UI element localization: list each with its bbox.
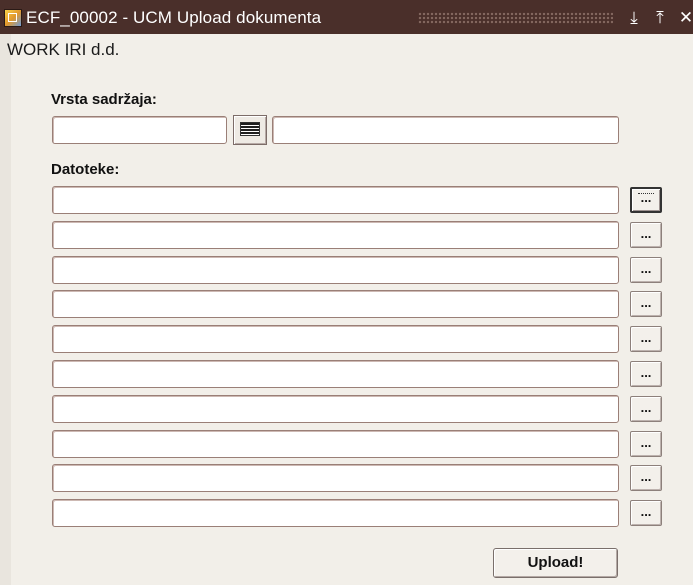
- content-type-label: Vrsta sadržaja:: [51, 91, 157, 108]
- app-icon: [4, 9, 22, 27]
- file-path-field[interactable]: [52, 360, 619, 388]
- browse-button[interactable]: ...: [630, 396, 662, 422]
- content-type-code-field[interactable]: [52, 116, 227, 144]
- maximize-icon[interactable]: ⤒: [650, 8, 670, 28]
- file-path-field[interactable]: [52, 430, 619, 458]
- file-path-field[interactable]: [52, 325, 619, 353]
- title-bar-grip: [418, 12, 613, 24]
- browse-button[interactable]: ...: [630, 326, 662, 352]
- browse-button[interactable]: ...: [630, 257, 662, 283]
- file-path-field[interactable]: [52, 499, 619, 527]
- file-path-field[interactable]: [52, 290, 619, 318]
- browse-button[interactable]: ...: [630, 291, 662, 317]
- files-label: Datoteke:: [51, 161, 120, 178]
- browse-button[interactable]: ...: [630, 222, 662, 248]
- title-bar: ECF_00002 - UCM Upload dokumenta ⤓ ⤒ ✕: [0, 0, 693, 34]
- list-of-values-icon: [240, 122, 260, 136]
- browse-button[interactable]: ...: [630, 500, 662, 526]
- browse-button[interactable]: ...: [630, 187, 662, 213]
- company-name: WORK IRI d.d.: [7, 40, 120, 59]
- content-type-description-field[interactable]: [272, 116, 619, 144]
- browse-button[interactable]: ...: [630, 361, 662, 387]
- window-title: ECF_00002 - UCM Upload dokumenta: [26, 8, 322, 27]
- browse-button[interactable]: ...: [630, 465, 662, 491]
- file-path-field[interactable]: [52, 221, 619, 249]
- file-path-field[interactable]: [52, 464, 619, 492]
- list-of-values-button[interactable]: [233, 115, 267, 145]
- minimize-icon[interactable]: ⤓: [624, 8, 644, 28]
- window-left-border: [0, 34, 11, 585]
- file-path-field[interactable]: [52, 186, 619, 214]
- close-icon[interactable]: ✕: [676, 8, 693, 28]
- upload-button[interactable]: Upload!: [493, 548, 618, 578]
- file-path-field[interactable]: [52, 395, 619, 423]
- file-path-field[interactable]: [52, 256, 619, 284]
- browse-button[interactable]: ...: [630, 431, 662, 457]
